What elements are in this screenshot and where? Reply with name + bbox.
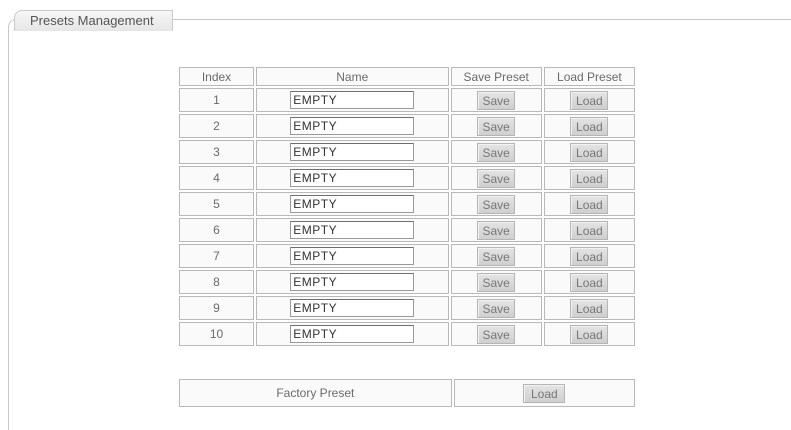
preset-index: 8 <box>179 270 254 294</box>
preset-name-input[interactable] <box>290 143 415 161</box>
preset-name-input[interactable] <box>290 299 415 317</box>
save-preset-button[interactable]: Save <box>477 116 516 136</box>
load-preset-button[interactable]: Load <box>570 142 609 162</box>
preset-load-cell: Load <box>543 270 635 294</box>
preset-save-cell: Save <box>450 140 542 164</box>
preset-load-cell: Load <box>543 192 635 216</box>
preset-save-cell: Save <box>450 218 542 242</box>
preset-save-cell: Save <box>450 166 542 190</box>
preset-save-cell: Save <box>450 270 542 294</box>
preset-row: 2 Save Load <box>179 114 635 138</box>
preset-save-cell: Save <box>450 192 542 216</box>
preset-index: 4 <box>179 166 254 190</box>
preset-save-cell: Save <box>450 296 542 320</box>
preset-name-input[interactable] <box>290 247 415 265</box>
preset-name-cell <box>256 114 449 138</box>
preset-save-cell: Save <box>450 322 542 346</box>
preset-load-cell: Load <box>543 218 635 242</box>
preset-name-input[interactable] <box>290 91 415 109</box>
factory-preset-label: Factory Preset <box>179 379 452 407</box>
load-preset-button[interactable]: Load <box>570 168 609 188</box>
load-preset-button[interactable]: Load <box>570 90 609 110</box>
preset-name-cell <box>256 270 449 294</box>
preset-index: 2 <box>179 114 254 138</box>
preset-save-cell: Save <box>450 114 542 138</box>
preset-name-input[interactable] <box>290 221 415 239</box>
preset-name-cell <box>256 296 449 320</box>
preset-row: 10 Save Load <box>179 322 635 346</box>
save-preset-button[interactable]: Save <box>477 324 516 344</box>
preset-row: 8 Save Load <box>179 270 635 294</box>
preset-index: 1 <box>179 88 254 112</box>
load-preset-button[interactable]: Load <box>570 246 609 266</box>
preset-name-cell <box>256 218 449 242</box>
load-preset-button[interactable]: Load <box>570 298 609 318</box>
header-save-preset: Save Preset <box>450 67 542 86</box>
preset-name-input[interactable] <box>290 273 415 291</box>
preset-index: 6 <box>179 218 254 242</box>
preset-index: 3 <box>179 140 254 164</box>
table-header-row: Index Name Save Preset Load Preset <box>179 67 635 86</box>
preset-load-cell: Load <box>543 322 635 346</box>
preset-load-cell: Load <box>543 88 635 112</box>
preset-name-input[interactable] <box>290 117 415 135</box>
save-preset-button[interactable]: Save <box>477 90 516 110</box>
preset-name-cell <box>256 322 449 346</box>
load-preset-button[interactable]: Load <box>570 220 609 240</box>
save-preset-button[interactable]: Save <box>477 168 516 188</box>
save-preset-button[interactable]: Save <box>477 194 516 214</box>
preset-load-cell: Load <box>543 114 635 138</box>
header-index: Index <box>179 67 254 86</box>
presets-table-body: 1 Save Load 2 Save Load 3 Save Load 4 Save Load 5 Sav… <box>179 88 635 346</box>
save-preset-button[interactable]: Save <box>477 298 516 318</box>
presets-management-page: Presets Management Index Name Save Prese… <box>0 0 791 430</box>
preset-row: 9 Save Load <box>179 296 635 320</box>
preset-row: 5 Save Load <box>179 192 635 216</box>
preset-row: 3 Save Load <box>179 140 635 164</box>
preset-name-cell <box>256 140 449 164</box>
preset-name-input[interactable] <box>290 169 415 187</box>
load-preset-button[interactable]: Load <box>570 194 609 214</box>
preset-name-cell <box>256 88 449 112</box>
preset-load-cell: Load <box>543 140 635 164</box>
preset-name-cell <box>256 166 449 190</box>
preset-row: 7 Save Load <box>179 244 635 268</box>
preset-save-cell: Save <box>450 88 542 112</box>
preset-name-cell <box>256 244 449 268</box>
factory-load-button[interactable]: Load <box>523 383 566 403</box>
preset-index: 7 <box>179 244 254 268</box>
preset-load-cell: Load <box>543 166 635 190</box>
load-preset-button[interactable]: Load <box>570 324 609 344</box>
preset-name-input[interactable] <box>290 195 415 213</box>
factory-preset-row: Factory Preset Load <box>179 379 635 407</box>
factory-load-cell: Load <box>453 379 635 407</box>
header-name: Name <box>256 67 449 86</box>
preset-load-cell: Load <box>543 244 635 268</box>
preset-index: 10 <box>179 322 254 346</box>
preset-row: 1 Save Load <box>179 88 635 112</box>
factory-preset-table: Factory Preset Load <box>177 377 637 409</box>
preset-index: 5 <box>179 192 254 216</box>
preset-name-cell <box>256 192 449 216</box>
load-preset-button[interactable]: Load <box>570 272 609 292</box>
load-preset-button[interactable]: Load <box>570 116 609 136</box>
preset-index: 9 <box>179 296 254 320</box>
save-preset-button[interactable]: Save <box>477 246 516 266</box>
presets-table: Index Name Save Preset Load Preset 1 Save… <box>177 65 637 348</box>
save-preset-button[interactable]: Save <box>477 142 516 162</box>
header-load-preset: Load Preset <box>543 67 635 86</box>
preset-load-cell: Load <box>543 296 635 320</box>
preset-name-input[interactable] <box>290 325 415 343</box>
preset-save-cell: Save <box>450 244 542 268</box>
save-preset-button[interactable]: Save <box>477 272 516 292</box>
preset-row: 6 Save Load <box>179 218 635 242</box>
preset-row: 4 Save Load <box>179 166 635 190</box>
save-preset-button[interactable]: Save <box>477 220 516 240</box>
panel-title: Presets Management <box>14 10 173 31</box>
